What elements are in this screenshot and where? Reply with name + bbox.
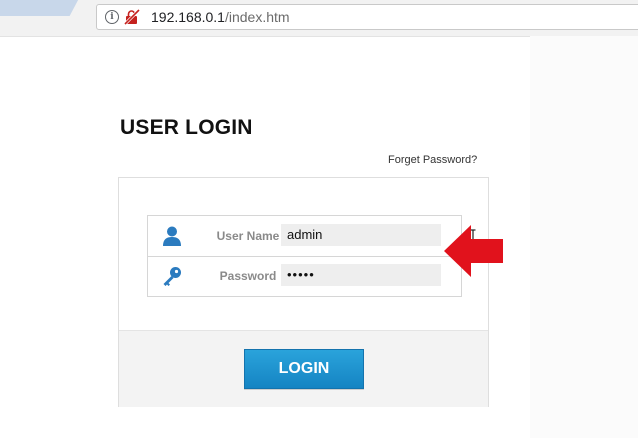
not-secure-icon[interactable]	[124, 9, 140, 25]
page-title: USER LOGIN	[120, 116, 253, 139]
username-input[interactable]: admin	[281, 224, 476, 246]
login-footer: LOGIN	[119, 330, 488, 407]
password-value: •••••	[287, 267, 315, 282]
browser-tab[interactable]	[0, 0, 83, 16]
page: i 192.168.0.1/index.htm USER LOGIN Forge…	[0, 0, 638, 438]
credential-fields: User Name admin Password •••••	[147, 215, 476, 297]
browser-chrome: i 192.168.0.1/index.htm	[0, 0, 638, 37]
url-text[interactable]: 192.168.0.1/index.htm	[151, 9, 290, 25]
password-input[interactable]: •••••	[281, 264, 441, 286]
url-host: 192.168.0.1	[151, 9, 225, 25]
key-icon	[163, 267, 181, 286]
password-row: Password •••••	[148, 256, 461, 296]
username-row: User Name admin	[148, 216, 476, 257]
user-icon	[163, 226, 181, 246]
login-box: User Name admin Password ••••• LOGIN	[118, 177, 489, 407]
background-panel	[530, 36, 638, 438]
red-arrow-icon	[444, 225, 503, 277]
url-path: /index.htm	[224, 9, 290, 25]
username-value: admin	[287, 227, 323, 242]
info-icon[interactable]: i	[105, 10, 119, 24]
login-button[interactable]: LOGIN	[244, 349, 364, 389]
forget-password-link[interactable]: Forget Password?	[388, 154, 477, 166]
address-bar[interactable]: i 192.168.0.1/index.htm	[96, 4, 638, 30]
